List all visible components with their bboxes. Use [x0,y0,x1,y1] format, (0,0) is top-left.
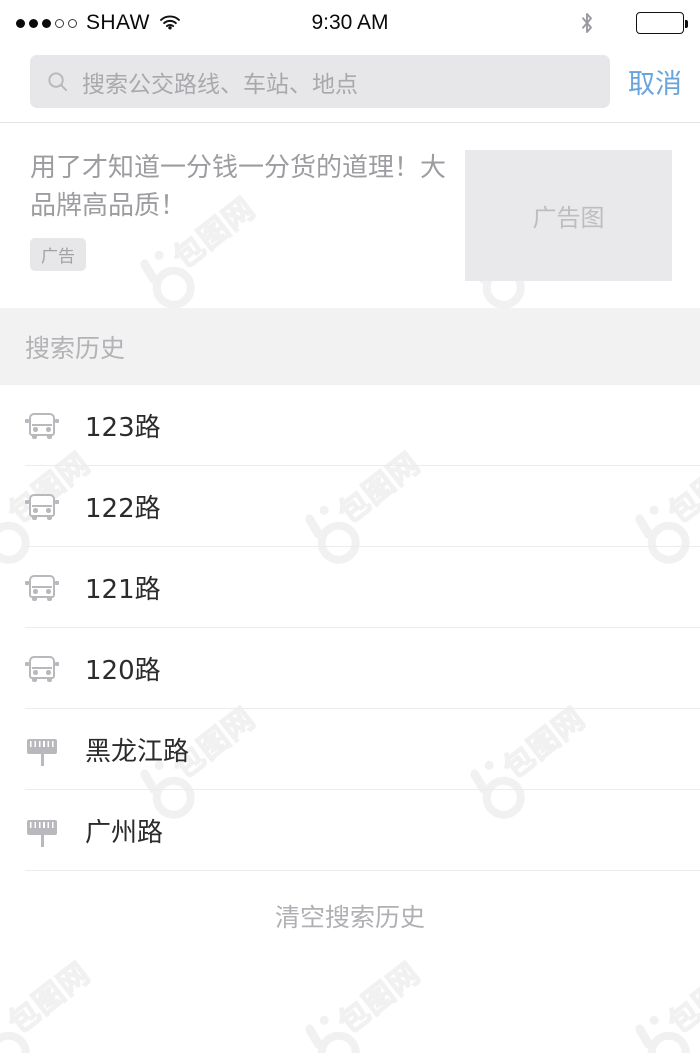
list-item-label: 121路 [85,575,161,605]
list-item-label: 黑龙江路 [85,737,190,767]
status-bar-clock: 9:30 AM [311,11,389,34]
ad-badge: 广告 [30,237,86,271]
search-input[interactable]: 搜索公交路线、车站、地点 [30,55,610,108]
search-bar: 搜索公交路线、车站、地点 取消 [0,46,700,122]
cancel-button[interactable]: 取消 [628,62,682,101]
clear-history-button[interactable]: 清空搜索历史 [0,871,700,961]
battery-icon [636,12,688,34]
wifi-icon [159,15,181,32]
list-item-label: 123路 [85,413,161,443]
search-icon [46,70,69,93]
bus-stop-icon [25,814,59,848]
bus-icon [25,652,59,686]
signal-strength-icon [16,18,77,28]
ad-headline: 用了才知道一分钱一分货的道理！大品牌高品质！ [30,153,447,221]
search-history-header: 搜索历史 [0,308,700,385]
ad-text-column: 用了才知道一分钱一分货的道理！大品牌高品质！ 广告 [30,150,465,308]
watermark-hook-icon [0,1013,22,1053]
ad-image-placeholder[interactable]: 广告图 [465,150,672,281]
watermark-hook-icon [295,1013,351,1053]
bus-icon [25,490,59,524]
status-bar-right [580,12,688,34]
watermark-text: 包图网 [331,955,428,1042]
list-item-label: 120路 [85,656,161,686]
carrier-name: SHAW [86,11,150,34]
section-title: 搜索历史 [25,333,126,363]
list-item[interactable]: 123路 [0,385,700,466]
advertisement-block[interactable]: 用了才知道一分钱一分货的道理！大品牌高品质！ 广告 广告图 [0,123,700,308]
app-root: SHAW 9:30 AM 搜索公交路线、车站、地点 取消 用了才知道一分钱一分货… [0,0,700,1053]
search-placeholder-text: 搜索公交路线、车站、地点 [82,71,358,98]
bluetooth-icon [580,12,594,34]
watermark-text: 包图网 [1,955,98,1042]
bus-icon [25,571,59,605]
watermark-hook-icon [625,1013,681,1053]
list-item[interactable]: 广州路 [0,790,700,871]
list-item[interactable]: 121路 [0,547,700,628]
list-item[interactable]: 黑龙江路 [0,709,700,790]
watermark-text: 包图网 [661,955,700,1042]
list-item[interactable]: 120路 [0,628,700,709]
bus-icon [25,409,59,443]
list-item-label: 122路 [85,494,161,524]
list-item-label: 广州路 [85,818,164,848]
status-bar-left: SHAW [16,11,181,35]
search-history-list: 123路 122路 121路 120路 黑龙江路 广州路 [0,385,700,871]
list-item[interactable]: 122路 [0,466,700,547]
status-bar: SHAW 9:30 AM [0,0,700,46]
bus-stop-icon [25,733,59,767]
